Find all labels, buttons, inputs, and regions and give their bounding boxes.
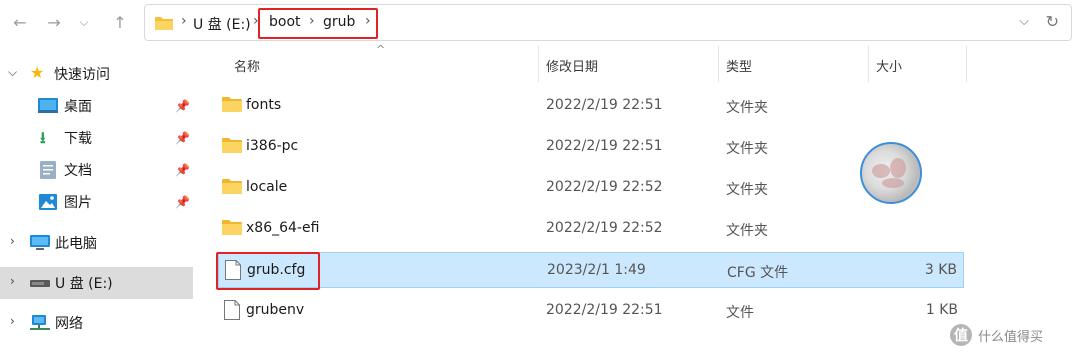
file-row[interactable]: locale 2022/2/19 22:52 文件夹 [218, 170, 964, 206]
sidebar-item-pictures[interactable]: 图片 📌 [0, 186, 193, 218]
column-header-date[interactable]: 修改日期 [546, 56, 598, 75]
toolbar: ← → ⌵ ↑ › U 盘 (E:) › boot › grub › ⌵ ↻ [0, 0, 1080, 45]
up-arrow-icon[interactable]: ↑ [108, 10, 132, 34]
sidebar-item-this-pc[interactable]: › 此电脑 [0, 227, 193, 259]
file-highlight-box [216, 252, 320, 290]
file-row[interactable]: x86_64-efi 2022/2/19 22:52 文件夹 [218, 211, 964, 247]
desktop-icon [38, 98, 58, 113]
network-icon [30, 315, 50, 330]
column-divider[interactable] [966, 46, 967, 82]
sidebar-item-quick-access[interactable]: ⌵ ★ 快速访问 [0, 58, 193, 90]
sidebar-item-documents[interactable]: 文档 📌 [0, 154, 193, 186]
watermark-text: 什么值得买 [978, 329, 1044, 345]
picture-icon [39, 194, 57, 210]
column-divider[interactable] [868, 46, 869, 82]
breadcrumb-usb[interactable]: U 盘 (E:) [193, 14, 251, 34]
sidebar-item-network[interactable]: › 网络 [0, 307, 193, 339]
refresh-icon[interactable]: ↻ [1046, 12, 1059, 31]
file-type: 文件 [726, 305, 754, 321]
file-size: 3 KB [924, 262, 957, 278]
sidebar-item-desktop[interactable]: 桌面 📌 [0, 90, 193, 122]
file-date: 2022/2/19 22:51 [546, 302, 663, 318]
chevron-down-icon[interactable]: ⌵ [8, 65, 17, 80]
back-arrow-icon[interactable]: ← [8, 10, 32, 34]
column-divider[interactable] [718, 46, 719, 82]
sidebar-item-label: 此电脑 [55, 236, 97, 252]
usb-drive-icon [30, 280, 50, 287]
folder-icon [222, 138, 242, 153]
chevron-right-icon: › [181, 13, 187, 29]
file-row[interactable]: fonts 2022/2/19 22:51 文件夹 [218, 88, 964, 124]
download-icon: ⭳ [40, 128, 46, 147]
breadcrumb-highlight-box [258, 8, 378, 39]
chevron-right-icon[interactable]: › [10, 314, 15, 328]
folder-icon [222, 97, 242, 112]
folder-icon [222, 220, 242, 235]
watermark-logo-icon: 值 [950, 324, 972, 346]
file-date: 2023/2/1 1:49 [547, 262, 646, 278]
pin-icon[interactable]: 📌 [175, 195, 190, 209]
document-icon [40, 161, 56, 179]
file-type: 文件夹 [726, 223, 768, 239]
file-date: 2022/2/19 22:52 [546, 179, 663, 195]
sidebar-item-label: 图片 [64, 195, 92, 211]
file-date: 2022/2/19 22:52 [546, 220, 663, 236]
watermark: 值 什么值得买 [950, 324, 1043, 346]
chevron-down-icon[interactable]: ⌵ [72, 10, 96, 34]
address-history-dropdown-icon[interactable]: ⌵ [1019, 14, 1029, 29]
sidebar-item-label: 桌面 [64, 99, 92, 115]
file-type: 文件夹 [726, 100, 768, 116]
avatar [860, 142, 922, 204]
file-icon [224, 300, 240, 320]
column-divider[interactable] [538, 46, 539, 82]
pin-icon[interactable]: 📌 [175, 131, 190, 145]
sidebar-item-label: U 盘 (E:) [55, 276, 113, 292]
computer-icon [30, 235, 50, 250]
file-date: 2022/2/19 22:51 [546, 97, 663, 113]
address-bar[interactable]: › U 盘 (E:) › boot › grub › ⌵ ↻ [144, 4, 1072, 41]
star-icon: ★ [30, 63, 45, 82]
sidebar-item-usb-drive[interactable]: › U 盘 (E:) [0, 267, 193, 299]
column-header-type[interactable]: 类型 [726, 56, 752, 75]
chevron-right-icon[interactable]: › [10, 234, 15, 248]
folder-icon [155, 17, 173, 30]
file-type: 文件夹 [726, 182, 768, 198]
column-header-row: ^ 名称 修改日期 类型 大小 [218, 43, 968, 82]
sort-ascending-icon: ^ [376, 43, 386, 56]
file-row[interactable]: grub.cfg 2023/2/1 1:49 CFG 文件 3 KB [218, 252, 964, 288]
file-row[interactable]: grubenv 2022/2/19 22:51 文件 1 KB [218, 293, 964, 329]
sidebar-item-label: 快速访问 [54, 67, 110, 83]
file-size: 1 KB [925, 302, 958, 318]
sidebar-item-label: 下载 [64, 131, 92, 147]
pin-icon[interactable]: 📌 [175, 163, 190, 177]
column-header-name[interactable]: 名称 [234, 56, 260, 75]
sidebar-item-label: 文档 [64, 163, 92, 179]
folder-icon [222, 179, 242, 194]
sidebar-item-label: 网络 [55, 316, 83, 332]
file-date: 2022/2/19 22:51 [546, 138, 663, 154]
file-name[interactable]: grubenv [246, 302, 304, 318]
file-type: CFG 文件 [727, 265, 789, 281]
forward-arrow-icon[interactable]: → [42, 10, 66, 34]
file-name[interactable]: fonts [246, 97, 281, 113]
navigation-pane: ⌵ ★ 快速访问 桌面 📌 ⭳ 下载 📌 文档 📌 图片 📌 › 此电脑 › U… [0, 48, 200, 362]
sidebar-item-downloads[interactable]: ⭳ 下载 📌 [0, 122, 193, 154]
file-type: 文件夹 [726, 141, 768, 157]
column-header-size[interactable]: 大小 [876, 56, 902, 75]
file-name[interactable]: x86_64-efi [246, 220, 319, 236]
file-row[interactable]: i386-pc 2022/2/19 22:51 文件夹 [218, 129, 964, 165]
file-name[interactable]: i386-pc [246, 138, 298, 154]
pin-icon[interactable]: 📌 [175, 99, 190, 113]
chevron-right-icon[interactable]: › [10, 274, 15, 288]
file-name[interactable]: locale [246, 179, 287, 195]
